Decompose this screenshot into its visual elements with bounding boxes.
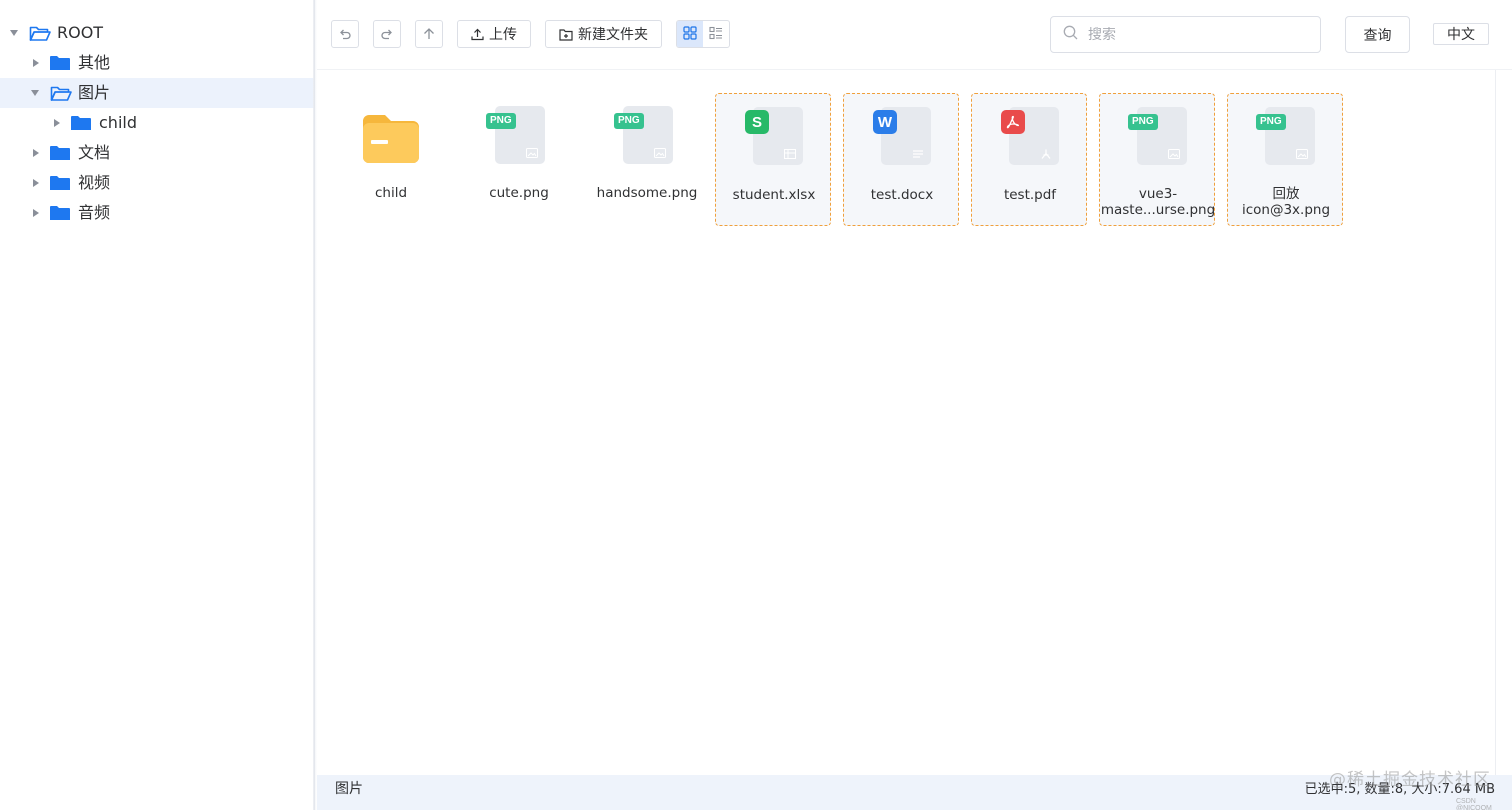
file-item-name-line: vue3- [1138, 186, 1178, 202]
folder-icon [50, 55, 70, 71]
tree-node-root[interactable]: ROOT [0, 18, 314, 48]
png-file-icon: PNG [1256, 104, 1319, 168]
tree-label-root: ROOT [57, 23, 104, 42]
png-badge: PNG [614, 113, 644, 129]
tree-node-child[interactable]: child [0, 108, 314, 138]
png-badge: PNG [486, 113, 516, 129]
folder-open-icon [50, 85, 72, 101]
file-item-png[interactable]: PNG 回放 icon@3x.png [1227, 93, 1343, 226]
docx-file-icon: W [873, 104, 935, 168]
caret-right-icon[interactable] [54, 119, 60, 127]
folder-yellow-icon [361, 103, 421, 167]
pdf-file-icon [1001, 104, 1063, 168]
file-grid: child PNG cute.png PNG handsome.png S st… [317, 70, 1512, 775]
caret-right-icon[interactable] [33, 59, 39, 67]
tree-node-documents[interactable]: 文档 [0, 138, 314, 168]
tree-label-video: 视频 [78, 173, 111, 192]
language-switch-button[interactable]: 中文 [1433, 23, 1489, 45]
tree-label-child: child [99, 113, 137, 132]
view-mode-toggle [676, 20, 730, 48]
tree-label-documents: 文档 [78, 143, 111, 162]
arrow-up-icon [422, 27, 436, 41]
file-item-name: student.xlsx [732, 187, 816, 203]
png-file-icon: PNG [486, 103, 549, 167]
folder-icon [50, 175, 70, 191]
grid-view-button[interactable] [677, 21, 703, 47]
folder-open-icon [29, 25, 51, 41]
file-item-name: child [374, 185, 408, 201]
list-view-button[interactable] [703, 21, 729, 47]
main-panel: 上传 新建文件夹 搜索 查询 中文 child PNG cute.png PNG… [317, 0, 1512, 810]
file-item-folder[interactable]: child [333, 93, 449, 226]
pdf-badge-icon [1001, 110, 1025, 134]
tree-node-pictures[interactable]: 图片 [0, 78, 314, 108]
xlsx-file-icon: S [745, 104, 807, 168]
file-item-name-line: maste...urse.png [1100, 202, 1216, 218]
file-item-name: test.pdf [1003, 187, 1057, 203]
file-item-png[interactable]: PNG handsome.png [589, 93, 705, 226]
png-badge: PNG [1256, 114, 1286, 130]
png-badge: PNG [1128, 114, 1158, 130]
word-icon: W [873, 110, 897, 134]
file-item-xlsx[interactable]: S student.xlsx [715, 93, 831, 226]
tree-node-other[interactable]: 其他 [0, 48, 314, 78]
vertical-scrollbar[interactable] [1495, 70, 1496, 775]
current-path: 图片 [335, 781, 363, 797]
file-item-png[interactable]: PNG cute.png [461, 93, 577, 226]
spreadsheet-icon: S [745, 110, 769, 134]
search-icon [1063, 25, 1078, 44]
png-file-icon: PNG [614, 103, 677, 167]
toolbar: 上传 新建文件夹 搜索 查询 中文 [317, 0, 1512, 70]
new-folder-icon [559, 28, 573, 41]
tree-node-video[interactable]: 视频 [0, 168, 314, 198]
file-item-name: 回放 icon@3x.png [1228, 186, 1344, 218]
file-item-name-line: icon@3x.png [1241, 202, 1331, 218]
caret-down-icon[interactable] [31, 90, 39, 96]
new-folder-button[interactable]: 新建文件夹 [545, 20, 662, 48]
upload-icon [471, 28, 484, 41]
png-file-icon: PNG [1128, 104, 1191, 168]
folder-icon [50, 145, 70, 161]
watermark-small: CSDN @NICOOM [1456, 798, 1492, 810]
upload-button[interactable]: 上传 [457, 20, 531, 48]
file-item-name-line: 回放 [1272, 186, 1300, 202]
upload-label: 上传 [489, 27, 517, 43]
search-box [1050, 16, 1321, 53]
query-button[interactable]: 查询 [1345, 16, 1410, 53]
file-manager-app: ROOT 其他 图片 child 文档 视频 音频 上传 新建文件夹 搜索 查询… [0, 0, 1512, 810]
folder-icon [50, 205, 70, 221]
list-icon [709, 25, 723, 44]
folder-tree-sidebar: ROOT 其他 图片 child 文档 视频 音频 [0, 0, 315, 810]
file-item-name: handsome.png [596, 185, 698, 201]
new-folder-label: 新建文件夹 [578, 27, 648, 43]
caret-right-icon[interactable] [33, 209, 39, 217]
file-item-docx[interactable]: W test.docx [843, 93, 959, 226]
caret-right-icon[interactable] [33, 179, 39, 187]
file-item-name: test.docx [870, 187, 934, 203]
grid-icon [683, 25, 697, 44]
watermark: @稀土掘金技术社区 [1329, 770, 1491, 790]
file-item-png[interactable]: PNG vue3- maste...urse.png [1099, 93, 1215, 226]
go-up-button[interactable] [415, 20, 443, 48]
redo-button[interactable] [373, 20, 401, 48]
caret-down-icon[interactable] [10, 30, 18, 36]
tree-label-audio: 音频 [78, 203, 111, 222]
file-item-pdf[interactable]: test.pdf [971, 93, 1087, 226]
tree-label-other: 其他 [78, 53, 111, 72]
undo-icon [338, 27, 352, 41]
caret-right-icon[interactable] [33, 149, 39, 157]
file-item-name: cute.png [489, 185, 549, 201]
undo-button[interactable] [331, 20, 359, 48]
file-item-name: vue3- maste...urse.png [1100, 186, 1216, 218]
tree-node-audio[interactable]: 音频 [0, 198, 314, 228]
folder-icon [71, 115, 91, 131]
search-input[interactable] [1088, 26, 1308, 43]
redo-icon [380, 27, 394, 41]
tree-label-pictures: 图片 [78, 83, 111, 102]
